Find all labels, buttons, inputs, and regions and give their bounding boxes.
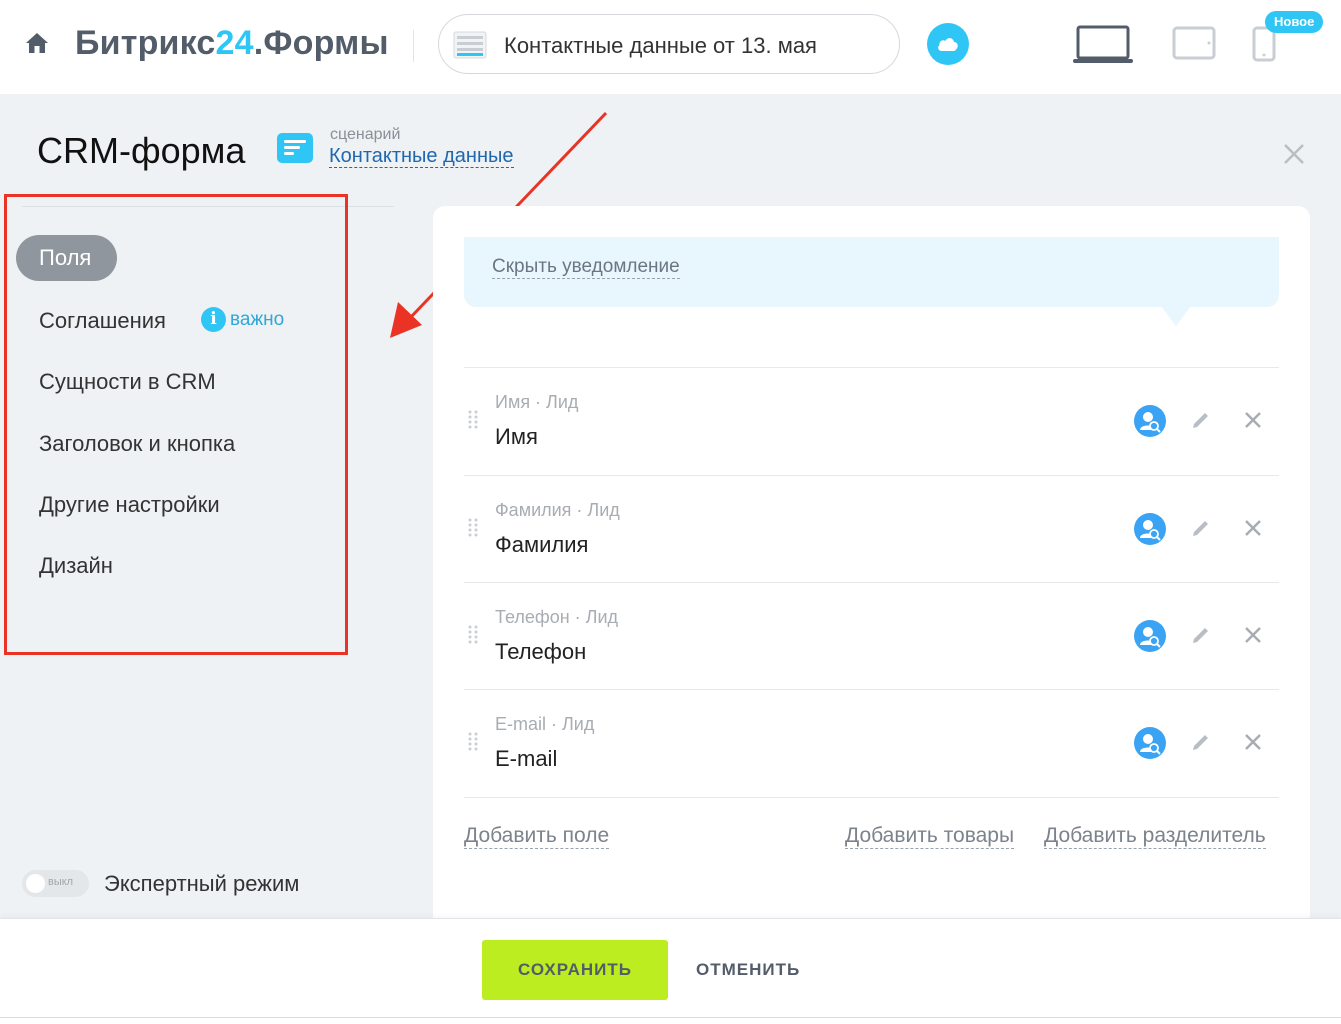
field-meta: Фамилия · Лид <box>495 500 620 520</box>
field-row: Телефон · Лид Телефон <box>464 582 1279 690</box>
field-name: Фамилия <box>495 532 589 557</box>
drag-handle-icon[interactable] <box>468 625 478 645</box>
crm-lead-icon[interactable] <box>1134 513 1166 545</box>
drag-handle-icon[interactable] <box>468 518 478 538</box>
field-meta: Имя · Лид <box>495 392 579 412</box>
field-row: E-mail · Лид E-mail <box>464 689 1279 797</box>
pencil-icon[interactable] <box>1190 624 1212 646</box>
new-badge: Новое <box>1265 11 1324 33</box>
delete-icon[interactable] <box>1244 519 1262 537</box>
add-separator-link[interactable]: Добавить разделитель <box>1044 824 1266 849</box>
form-selector-value: Контактные данные от 13. мая <box>504 33 817 58</box>
tablet-icon[interactable] <box>1172 26 1216 60</box>
add-field-link[interactable]: Добавить поле <box>464 824 610 849</box>
field-meta: Телефон · Лид <box>495 607 619 627</box>
delete-icon[interactable] <box>1244 626 1262 644</box>
drag-handle-icon[interactable] <box>468 732 478 752</box>
field-meta: E-mail · Лид <box>495 714 595 734</box>
field-name: E-mail <box>495 746 558 771</box>
scenario-icon <box>277 133 313 163</box>
expert-mode-label: Экспертный режим <box>104 871 300 896</box>
brand-name: Битрикс <box>75 24 216 62</box>
crm-lead-icon[interactable] <box>1134 727 1166 759</box>
field-name: Телефон <box>495 639 587 664</box>
brand-number: 24 <box>215 24 254 62</box>
laptop-icon[interactable] <box>1072 24 1134 66</box>
cloud-publish-button[interactable] <box>927 23 969 65</box>
cancel-button[interactable]: ОТМЕНИТЬ <box>696 960 800 980</box>
form-selector[interactable]: Контактные данные от 13. мая <box>438 14 900 74</box>
field-row: Имя · Лид Имя <box>464 367 1279 475</box>
brand-product: .Формы <box>253 24 389 62</box>
toggle-state: выкл <box>48 876 74 888</box>
pencil-icon[interactable] <box>1190 409 1212 431</box>
save-button[interactable]: СОХРАНИТЬ <box>482 940 668 1000</box>
drag-handle-icon[interactable] <box>468 410 478 430</box>
pencil-icon[interactable] <box>1190 517 1212 539</box>
field-name: Имя <box>495 424 538 449</box>
notice-pointer <box>1161 306 1191 326</box>
pencil-icon[interactable] <box>1190 731 1212 753</box>
toggle-knob <box>26 874 45 893</box>
crm-lead-icon[interactable] <box>1134 405 1166 437</box>
home-icon[interactable] <box>24 30 50 56</box>
footer-bar: СОХРАНИТЬ ОТМЕНИТЬ <box>0 918 1341 1024</box>
delete-icon[interactable] <box>1244 733 1262 751</box>
brand-logo: Битрикс24.Формы <box>75 24 389 63</box>
expert-mode-toggle[interactable]: выкл <box>22 870 89 897</box>
divider <box>413 30 414 62</box>
add-products-link[interactable]: Добавить товары <box>845 824 1015 849</box>
delete-icon[interactable] <box>1244 411 1262 429</box>
field-row: Фамилия · Лид Фамилия <box>464 475 1279 583</box>
cloud-icon <box>938 38 958 51</box>
annotation-frame <box>4 194 348 655</box>
top-bar: Битрикс24.Формы Контактные данные от 13.… <box>0 0 1341 94</box>
divider <box>0 1017 1341 1018</box>
form-document-icon <box>453 31 487 59</box>
close-icon[interactable] <box>1282 142 1306 166</box>
hide-notice-link[interactable]: Скрыть уведомление <box>492 256 680 279</box>
page-title: CRM-форма <box>37 130 246 171</box>
crm-lead-icon[interactable] <box>1134 620 1166 652</box>
divider <box>464 797 1279 798</box>
